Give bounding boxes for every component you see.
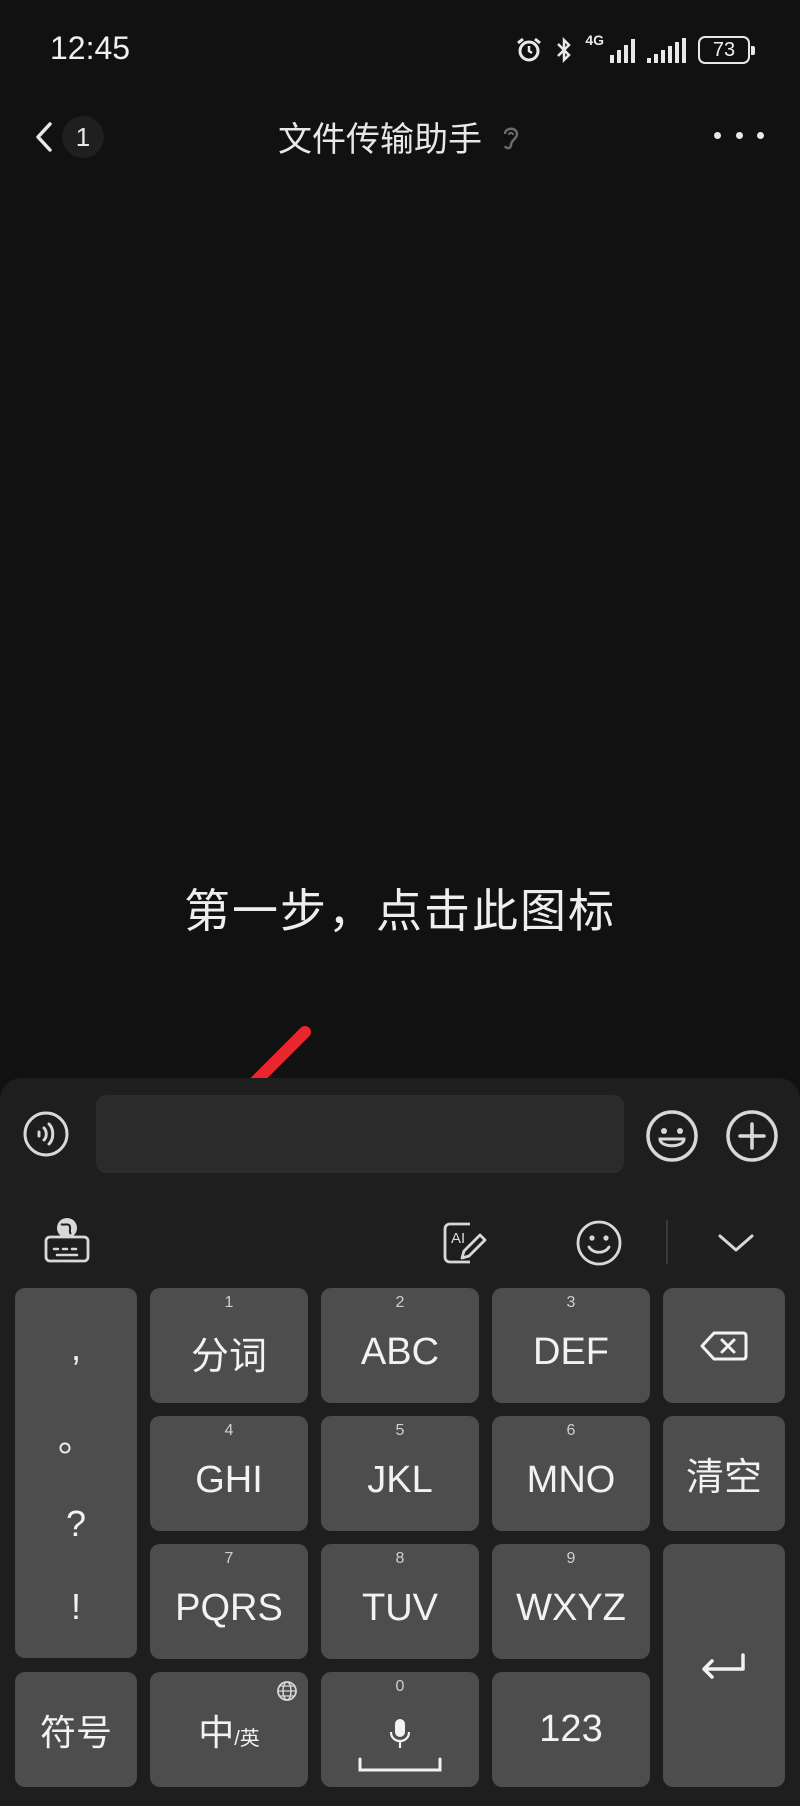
chat-title: 文件传输助手 <box>278 121 482 159</box>
punct-key[interactable]: , <box>71 1327 81 1369</box>
symbols-key[interactable]: 符号 <box>15 1672 137 1787</box>
language-switch-key[interactable]: 中/英 <box>150 1672 308 1787</box>
step-caption: 第一步，点击此图标 <box>184 885 616 937</box>
punct-key[interactable]: ? <box>66 1503 86 1545</box>
key-6[interactable]: 6 MNO <box>492 1416 650 1531</box>
key-num: 9 <box>566 1550 576 1567</box>
key-7[interactable]: 7 PQRS <box>150 1544 308 1659</box>
key-2[interactable]: 2 ABC <box>321 1288 479 1403</box>
network-type: 4G <box>585 32 604 48</box>
signal-icon <box>610 37 635 63</box>
key-num: 3 <box>566 1294 576 1311</box>
signal-icon-2 <box>647 37 686 63</box>
backspace-key[interactable] <box>663 1288 785 1403</box>
emoji-icon[interactable] <box>644 1108 700 1164</box>
key-3[interactable]: 3 DEF <box>492 1288 650 1403</box>
battery-icon: 73 <box>698 36 755 64</box>
chat-title-bar: 文件传输助手 <box>0 112 800 161</box>
voice-icon[interactable] <box>22 1110 70 1158</box>
key-label: TUV <box>362 1587 438 1629</box>
numbers-key[interactable]: 123 <box>492 1672 650 1787</box>
key-label: ABC <box>360 1331 440 1373</box>
key-label: PQRS <box>175 1587 283 1629</box>
svg-text:AI: AI <box>451 1230 465 1247</box>
smiley-icon[interactable] <box>574 1218 624 1268</box>
space-key[interactable]: 0 <box>321 1672 479 1787</box>
key-label: GHI <box>195 1459 263 1501</box>
key-5[interactable]: 5 JKL <box>321 1416 479 1531</box>
message-input[interactable] <box>96 1095 624 1173</box>
bluetooth-icon <box>557 36 572 64</box>
key-num: 1 <box>224 1294 234 1311</box>
key-4[interactable]: 4 GHI <box>150 1416 308 1531</box>
key-label: MNO <box>526 1459 616 1501</box>
key-1[interactable]: 1 分词 <box>150 1288 308 1403</box>
key-num: 7 <box>224 1550 234 1567</box>
key-label: JKL <box>367 1459 433 1501</box>
ai-write-icon[interactable]: AI <box>440 1218 490 1268</box>
punctuation-column[interactable]: , 。 ? ! <box>15 1288 137 1658</box>
key-num: 5 <box>395 1422 405 1439</box>
mic-icon <box>389 1719 411 1748</box>
enter-key[interactable] <box>663 1544 785 1787</box>
keyboard-globe-icon[interactable] <box>42 1215 92 1265</box>
backspace-icon <box>700 1331 748 1360</box>
more-icon[interactable] <box>714 120 764 150</box>
toolbar-divider <box>666 1220 668 1264</box>
plus-icon[interactable] <box>724 1108 780 1164</box>
key-label: 分词 <box>190 1336 267 1378</box>
key-num: 4 <box>224 1422 234 1439</box>
status-icons: 4G 73 <box>515 32 755 68</box>
key-num: 0 <box>395 1678 405 1695</box>
lang-sub: /英 <box>234 1728 260 1750</box>
punct-key[interactable]: 。 <box>58 1410 94 1462</box>
globe-icon <box>277 1681 297 1701</box>
lang-main: 中 <box>198 1711 235 1753</box>
enter-icon <box>702 1652 745 1679</box>
key-9[interactable]: 9 WXYZ <box>492 1544 650 1659</box>
punct-key[interactable]: ! <box>71 1586 81 1628</box>
ear-icon <box>503 127 519 149</box>
key-label: WXYZ <box>516 1587 626 1629</box>
key-num: 6 <box>566 1422 576 1439</box>
alarm-icon <box>517 37 542 62</box>
clear-key[interactable]: 清空 <box>663 1416 785 1531</box>
key-8[interactable]: 8 TUV <box>321 1544 479 1659</box>
status-time: 12:45 <box>50 30 131 66</box>
chevron-down-icon[interactable] <box>710 1225 762 1261</box>
space-bar-icon <box>358 1757 442 1772</box>
key-label: DEF <box>533 1331 609 1373</box>
key-num: 2 <box>395 1294 405 1311</box>
key-num: 8 <box>395 1550 405 1567</box>
